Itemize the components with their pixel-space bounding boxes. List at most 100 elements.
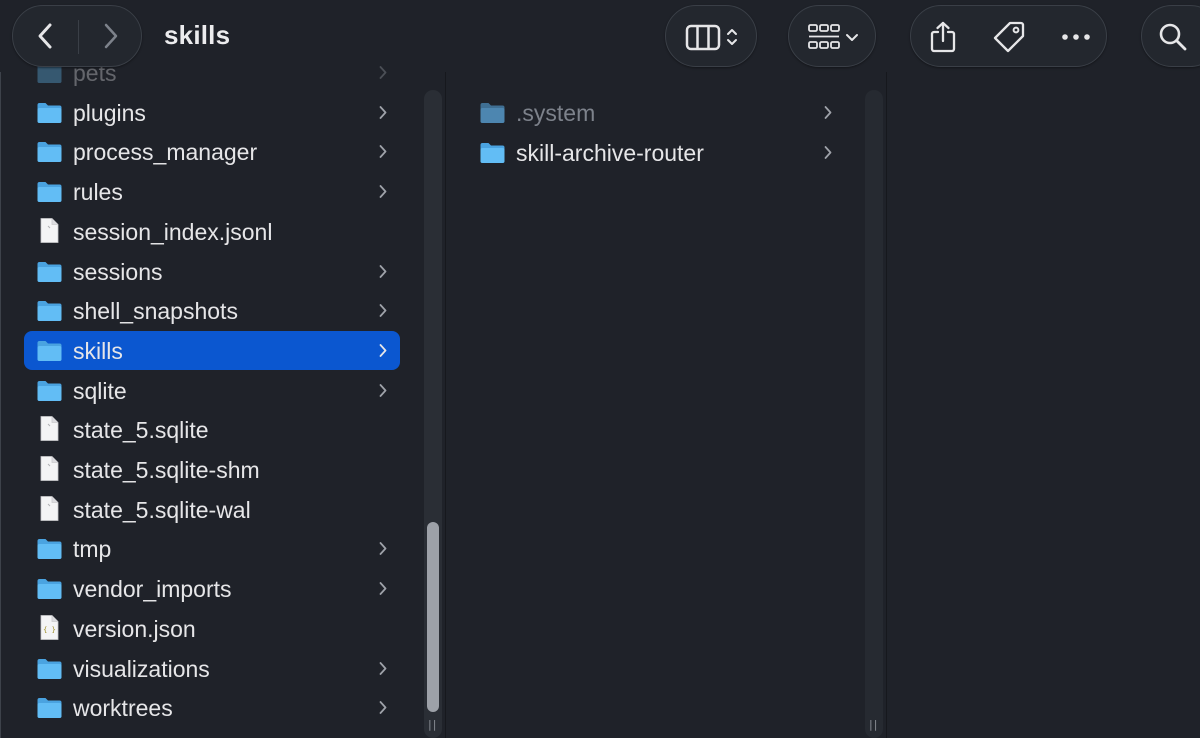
view-mode-control[interactable] xyxy=(680,20,744,54)
item-name: version.json xyxy=(73,615,196,642)
view-mode-button[interactable] xyxy=(665,5,757,67)
folder-icon xyxy=(37,340,62,361)
item-name: .system xyxy=(516,100,596,126)
search-icon xyxy=(1159,23,1187,51)
search-button[interactable] xyxy=(1141,5,1200,67)
folder-icon xyxy=(37,658,62,679)
item-name: rules xyxy=(73,179,123,206)
folder-row[interactable]: sessions xyxy=(24,252,400,291)
json-file-icon: { } xyxy=(40,614,59,640)
disclosure-chevron xyxy=(378,104,388,121)
file-row[interactable]: state_5.sqlite-wal xyxy=(24,490,400,529)
column-resize-handle-2[interactable]: || xyxy=(869,718,878,731)
chevron-right-icon xyxy=(379,105,387,119)
chevron-down-icon xyxy=(846,34,858,41)
folder-row[interactable]: .system xyxy=(467,93,886,132)
share-icon xyxy=(930,21,956,53)
empty-column xyxy=(887,72,1200,738)
chevron-up-down-icon xyxy=(727,29,737,45)
more-button[interactable] xyxy=(1055,18,1097,56)
chevron-right-icon xyxy=(379,383,387,397)
disclosure-chevron xyxy=(378,382,388,399)
folder-icon xyxy=(37,579,62,600)
item-name: worktrees xyxy=(73,695,173,722)
folder-row[interactable]: shell_snapshots xyxy=(24,291,400,330)
file-icon-wrap: { } xyxy=(36,614,63,640)
folder-row[interactable]: sqlite xyxy=(24,371,400,410)
disclosure-chevron xyxy=(378,699,388,716)
folder-row[interactable]: rules xyxy=(24,172,400,211)
chevron-right-icon xyxy=(379,661,387,675)
folder-row[interactable]: vendor_imports xyxy=(24,569,400,608)
chevron-right-icon xyxy=(379,304,387,318)
file-row[interactable]: { } version.json xyxy=(24,609,400,648)
file-row[interactable]: state_5.sqlite-shm xyxy=(24,450,400,489)
column-resize-handle[interactable]: || xyxy=(428,718,437,731)
file-row[interactable]: state_5.sqlite xyxy=(24,410,400,449)
group-button[interactable] xyxy=(788,5,876,67)
folder-icon-wrap xyxy=(36,180,63,203)
chevron-right-icon xyxy=(379,343,387,357)
item-name: sessions xyxy=(73,258,163,285)
chevron-right-icon xyxy=(104,23,118,49)
disclosure-chevron xyxy=(378,540,388,557)
forward-button[interactable] xyxy=(89,16,133,56)
share-button[interactable] xyxy=(923,18,963,56)
folder-row[interactable]: tmp xyxy=(24,529,400,568)
svg-text:{ }: { } xyxy=(43,626,56,634)
disclosure-chevron xyxy=(378,580,388,597)
item-name: visualizations xyxy=(73,655,210,682)
document-icon xyxy=(40,416,59,442)
item-name: state_5.sqlite xyxy=(73,417,209,444)
file-icon-wrap xyxy=(36,217,63,243)
folder-icon xyxy=(480,103,505,123)
search-control[interactable] xyxy=(1154,18,1192,56)
folder-icon-wrap xyxy=(36,339,63,362)
folder-icon-wrap xyxy=(36,260,63,283)
folder-icon-wrap xyxy=(36,577,63,600)
folder-row[interactable]: plugins xyxy=(24,93,400,132)
disclosure-chevron xyxy=(823,104,833,121)
column-skills-scrollbar[interactable] xyxy=(865,90,883,738)
folder-icon-wrap xyxy=(36,537,63,560)
file-icon-wrap xyxy=(36,416,63,442)
window-title: skills xyxy=(164,20,231,50)
folder-icon-wrap xyxy=(479,141,506,164)
folder-icon-wrap xyxy=(36,696,63,719)
folder-row[interactable]: skill-archive-router xyxy=(467,133,886,172)
column-parent-scrollbar[interactable] xyxy=(424,90,442,738)
disclosure-chevron xyxy=(378,660,388,677)
column-parent-scroll-thumb[interactable] xyxy=(427,522,439,712)
tag-button[interactable] xyxy=(989,18,1029,56)
item-name: plugins xyxy=(73,99,146,126)
chevron-right-icon xyxy=(379,542,387,556)
item-name: vendor_imports xyxy=(73,576,232,603)
folder-icon xyxy=(37,380,62,401)
file-icon-wrap xyxy=(36,456,63,481)
item-name: sqlite xyxy=(73,377,127,404)
folder-row[interactable]: visualizations xyxy=(24,649,400,688)
chevron-right-icon xyxy=(824,145,832,159)
nav-divider xyxy=(78,20,79,54)
folder-icon-wrap xyxy=(36,140,63,163)
column-parent: pets plugins process_manager rules session_i… xyxy=(0,54,445,738)
item-name: state_5.sqlite-wal xyxy=(73,496,251,523)
folder-row[interactable]: process_manager xyxy=(24,132,400,171)
file-row[interactable]: session_index.jsonl xyxy=(24,212,400,251)
disclosure-chevron xyxy=(378,183,388,200)
group-control[interactable] xyxy=(803,20,863,54)
disclosure-chevron xyxy=(378,143,388,160)
folder-icon-wrap xyxy=(36,299,63,322)
folder-row[interactable]: skills xyxy=(24,330,400,370)
folder-icon xyxy=(37,142,62,163)
actions-group xyxy=(910,5,1107,67)
folder-row[interactable]: worktrees xyxy=(24,688,400,727)
disclosure-chevron xyxy=(378,342,388,359)
chevron-left-icon xyxy=(38,23,52,49)
folder-icon xyxy=(480,142,505,163)
back-button[interactable] xyxy=(23,16,67,56)
column-skills: .system skill-archive-router xyxy=(446,54,886,738)
file-icon-wrap xyxy=(36,495,63,521)
chevron-right-icon xyxy=(379,185,387,198)
item-name: skill-archive-router xyxy=(516,139,704,166)
